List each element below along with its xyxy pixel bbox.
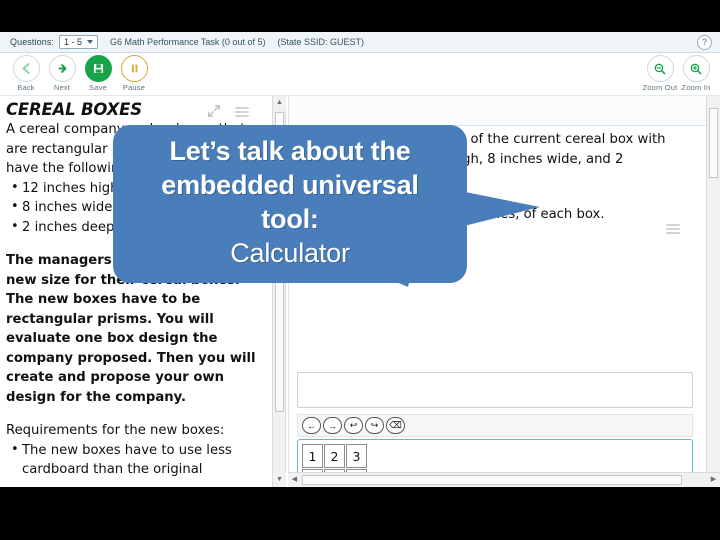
expand-icon-wrap[interactable] bbox=[203, 101, 225, 121]
question-vertical-scrollbar[interactable] bbox=[706, 96, 720, 487]
zoom-in-button[interactable]: Zoom In bbox=[674, 55, 718, 92]
pause-button-label: Pause bbox=[122, 83, 146, 92]
zoom-out-circle bbox=[646, 55, 674, 82]
undo-icon[interactable]: ↩ bbox=[344, 417, 363, 434]
arrow-left-icon bbox=[22, 63, 30, 74]
scroll-left-arrow-icon[interactable]: ◀ bbox=[288, 473, 301, 487]
hamburger-menu-icon[interactable] bbox=[235, 101, 257, 121]
scroll-down-arrow-icon[interactable]: ▼ bbox=[273, 473, 286, 487]
question-options-hamburger-menu-icon[interactable] bbox=[666, 218, 688, 238]
save-disk-icon bbox=[93, 63, 103, 74]
zoom-out-icon bbox=[654, 63, 666, 74]
callout-line-3: tool: bbox=[261, 204, 319, 234]
pause-button-circle bbox=[120, 55, 148, 82]
questions-range-dropdown[interactable]: 1 - 5 bbox=[59, 35, 99, 49]
questions-label: Questions: bbox=[10, 37, 55, 47]
arrow-right-icon[interactable]: → bbox=[323, 417, 342, 434]
question-pane-header bbox=[208, 96, 707, 126]
answer-input[interactable] bbox=[297, 372, 693, 408]
questions-range-value: 1 - 5 bbox=[64, 37, 83, 47]
pause-button[interactable]: Pause bbox=[112, 55, 156, 92]
callout-bubble: Let’s talk about the embedded universal … bbox=[113, 125, 467, 283]
save-button-circle bbox=[84, 55, 112, 82]
task-title: G6 Math Performance Task (0 out of 5) bbox=[110, 37, 266, 47]
callout-emphasis: Calculator bbox=[230, 238, 350, 268]
help-icon[interactable]: ? bbox=[697, 35, 712, 50]
zoom-in-label: Zoom In bbox=[681, 83, 711, 92]
status-bar: Questions: 1 - 5 G6 Math Performance Tas… bbox=[0, 32, 720, 53]
horizontal-scrollbar[interactable]: ◀ ▶ bbox=[288, 472, 720, 487]
keypad-row: 1 2 3 bbox=[302, 444, 692, 468]
back-button-circle bbox=[12, 55, 40, 82]
requirements-list: The new boxes have to use less cardboard… bbox=[6, 440, 262, 480]
state-ssid-info: (State SSID: GUEST) bbox=[277, 37, 364, 47]
redo-icon[interactable]: ↪ bbox=[365, 417, 384, 434]
chevron-down-icon bbox=[87, 40, 94, 44]
callout-line-1: Let’s talk about the bbox=[169, 136, 411, 166]
requirements-heading: Requirements for the new boxes: bbox=[6, 423, 225, 438]
key-1[interactable]: 1 bbox=[302, 444, 323, 468]
list-item: The new boxes have to use less cardboard… bbox=[6, 440, 262, 480]
pause-icon bbox=[131, 64, 137, 73]
callout-line-2: embedded universal bbox=[161, 170, 419, 200]
scroll-right-arrow-icon[interactable]: ▶ bbox=[707, 473, 720, 487]
scrollbar-thumb[interactable] bbox=[302, 475, 682, 485]
editor-toolbar: ← → ↩ ↪ ⌫ bbox=[297, 414, 693, 437]
main-toolbar: Back Next Save Pause Zoom Out Zoom In bbox=[0, 53, 720, 96]
slide-canvas: Questions: 1 - 5 G6 Math Performance Tas… bbox=[0, 0, 720, 540]
key-2[interactable]: 2 bbox=[324, 444, 345, 468]
scrollbar-thumb[interactable] bbox=[709, 108, 718, 178]
zoom-in-icon bbox=[690, 63, 702, 74]
arrow-left-icon[interactable]: ← bbox=[302, 417, 321, 434]
next-button-circle bbox=[48, 55, 76, 82]
scroll-up-arrow-icon[interactable]: ▲ bbox=[273, 96, 286, 110]
zoom-in-circle bbox=[682, 55, 710, 82]
expand-icon bbox=[208, 105, 220, 117]
key-3[interactable]: 3 bbox=[346, 444, 367, 468]
paragraph-gap-2 bbox=[6, 407, 262, 421]
arrow-right-icon bbox=[58, 64, 66, 73]
backspace-icon[interactable]: ⌫ bbox=[386, 417, 405, 434]
